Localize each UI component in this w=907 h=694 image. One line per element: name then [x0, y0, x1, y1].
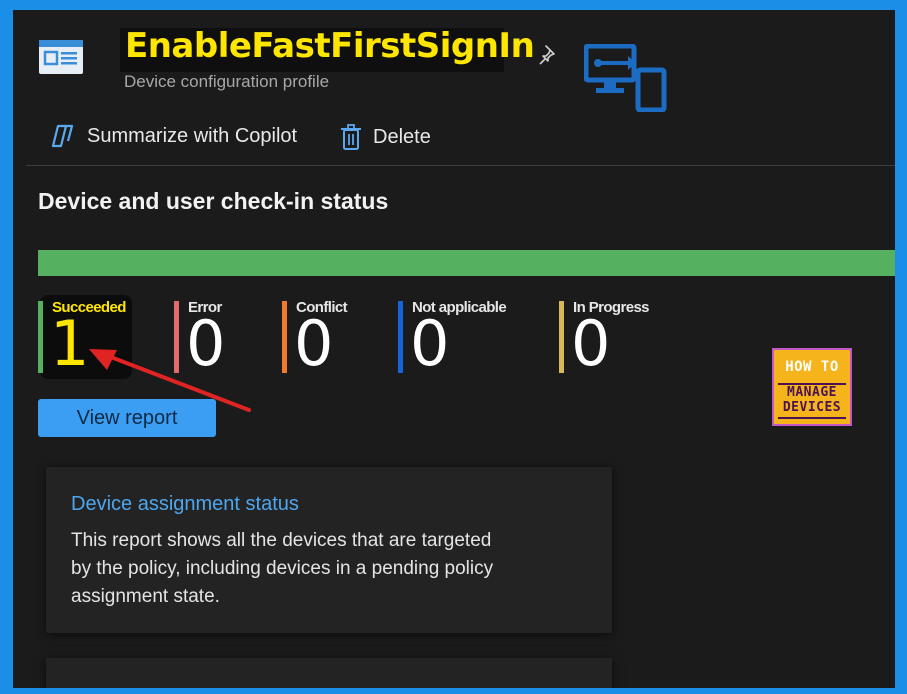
logo-line-3: DEVICES	[782, 400, 842, 415]
logo-line-2: MANAGE	[787, 385, 837, 400]
pin-icon[interactable]	[538, 44, 560, 66]
page-title: EnableFastFirstSignIn	[125, 26, 535, 66]
toolbar-divider	[26, 165, 895, 166]
metric-stripe	[398, 301, 403, 373]
logo-rule	[778, 417, 846, 419]
portal-frame: EnableFastFirstSignIn Device configurati…	[13, 10, 895, 688]
device-assignment-card[interactable]: Device assignment status This report sho…	[46, 467, 612, 633]
section-title: Device and user check-in status	[38, 188, 389, 214]
summarize-copilot-label: Summarize with Copilot	[87, 124, 298, 147]
trash-icon	[341, 124, 361, 150]
configuration-profile-icon	[39, 40, 83, 74]
metric-value: 0	[571, 307, 611, 380]
delete-label: Delete	[373, 125, 431, 148]
delete-button[interactable]: Delete	[339, 123, 431, 151]
logo-line-1: HOW TO	[785, 359, 839, 375]
copilot-icon	[51, 124, 74, 148]
summarize-copilot-button[interactable]: Summarize with Copilot	[49, 123, 297, 149]
howto-manage-devices-logo: HOW TO MANAGE DEVICES	[772, 348, 852, 426]
view-report-button[interactable]: View report	[38, 399, 216, 437]
next-card	[46, 658, 612, 688]
metric-stripe	[282, 301, 287, 373]
card-title-link[interactable]: Device assignment status	[71, 493, 299, 516]
card-description: This report shows all the devices that a…	[71, 530, 494, 607]
metric-value: 0	[410, 307, 450, 380]
page-subtitle: Device configuration profile	[124, 72, 330, 91]
check-in-status-bar	[38, 250, 895, 276]
metric-value: 0	[294, 307, 334, 380]
metric-stripe	[38, 301, 43, 373]
device-management-logo	[584, 44, 667, 112]
metric-stripe	[559, 301, 564, 373]
